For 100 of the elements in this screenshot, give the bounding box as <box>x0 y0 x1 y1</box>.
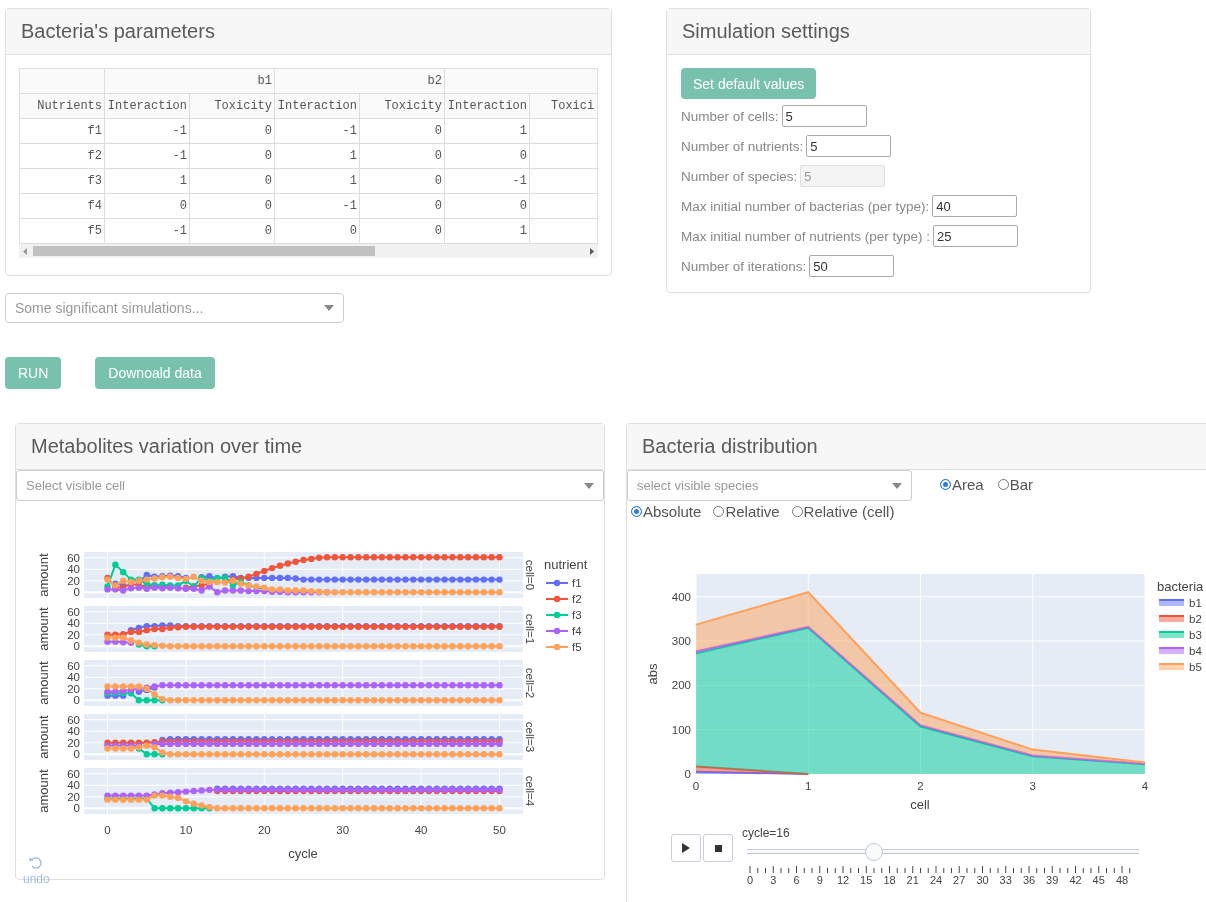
field-label: Max initial number of nutrients (per type) : <box>681 228 931 244</box>
tick-label: 0 <box>73 640 80 653</box>
table-cell: -1 <box>104 218 190 244</box>
tick-label: 40 <box>67 617 80 630</box>
table-cell: 1 <box>274 143 360 169</box>
legend-label: f5 <box>572 641 582 653</box>
tick-label: 15 <box>860 874 873 887</box>
column-header: Interaction <box>274 93 360 119</box>
tick-label: 60 <box>67 713 80 726</box>
tick-label: 0 <box>692 780 700 792</box>
tick-label: 50 <box>493 824 506 836</box>
table-cell: f1 <box>19 118 105 144</box>
tick-label: 40 <box>67 725 80 738</box>
legend-label: f2 <box>572 593 582 605</box>
field-label: Number of cells: <box>681 108 779 124</box>
tick-label: 24 <box>929 874 943 887</box>
card-title: Metabolites variation over time <box>31 435 303 458</box>
table-cell: 0 <box>359 218 445 244</box>
table-cell: 0 <box>189 168 275 194</box>
table-cell: 0 <box>359 193 445 219</box>
legend-label: f4 <box>572 625 582 637</box>
table-cell: f2 <box>19 143 105 169</box>
tick-label: 60 <box>67 551 80 564</box>
column-header: Toxicity <box>189 93 275 119</box>
tick-label: 0 <box>73 586 80 599</box>
tick-label: 4 <box>1141 780 1149 792</box>
tick-label: 60 <box>67 767 80 780</box>
card-title: Simulation settings <box>682 20 850 43</box>
tick-label: 0 <box>104 824 111 836</box>
axis-title: amount <box>36 553 51 597</box>
table-cell: 0 <box>189 118 275 144</box>
card-title: Bacteria distribution <box>642 435 818 458</box>
legend-label: b4 <box>1189 645 1202 657</box>
table-cell: 1 <box>444 218 530 244</box>
tick-label: 18 <box>883 874 896 887</box>
tick-label: 30 <box>336 824 350 836</box>
tick-label: 10 <box>179 824 193 836</box>
table-cell: f5 <box>19 218 105 244</box>
tick-label: 0 <box>746 874 753 887</box>
tick-label: 20 <box>257 824 271 836</box>
axis-title: amount <box>36 607 51 651</box>
tick-label: 33 <box>999 874 1012 887</box>
tick-label: 21 <box>906 874 919 887</box>
table-cell: 0 <box>359 168 445 194</box>
tick-label: 20 <box>67 628 80 641</box>
facet-label: cell=0 <box>524 559 536 591</box>
slider-label: cycle=16 <box>742 826 791 841</box>
tick-label: 60 <box>67 605 80 618</box>
tick-label: 30 <box>976 874 989 887</box>
tick-label: 45 <box>1092 874 1105 887</box>
table-cell: 0 <box>444 143 530 169</box>
table-cell: 1 <box>104 168 190 194</box>
legend-title: nutrient <box>544 557 588 572</box>
table-cell: -1 <box>444 168 530 194</box>
table-cell: f3 <box>19 168 105 194</box>
tick-label: 36 <box>1022 874 1036 887</box>
table-cell: 0 <box>274 218 360 244</box>
tick-label: 0 <box>73 748 80 761</box>
column-header: Interaction <box>104 93 190 119</box>
tick-label: 2 <box>917 780 924 792</box>
axis-title: cell <box>910 797 930 812</box>
legend-label: b5 <box>1189 661 1202 673</box>
table-cell: 0 <box>444 193 530 219</box>
tick-label: 0 <box>73 694 80 707</box>
tick-label: 100 <box>671 723 691 736</box>
tick-label: 20 <box>67 790 80 803</box>
tick-label: 42 <box>1069 874 1082 887</box>
axis-title: amount <box>36 715 51 759</box>
legend-label: f1 <box>572 577 582 589</box>
field-label: Number of species: <box>681 168 798 184</box>
table-cell: 0 <box>189 218 275 244</box>
legend-title: bacteria <box>1157 579 1204 594</box>
tick-label: 9 <box>816 874 823 887</box>
tick-label: 60 <box>67 659 80 672</box>
column-group-header: b2 <box>274 68 445 94</box>
axis-title: abs <box>645 663 660 685</box>
tick-label: 300 <box>671 634 691 647</box>
tick-label: 27 <box>953 874 966 887</box>
table-cell: 0 <box>189 193 275 219</box>
tick-label: 20 <box>67 682 80 695</box>
tick-label: 0 <box>684 768 691 780</box>
axis-title: amount <box>36 769 51 813</box>
legend-label: f3 <box>572 609 582 621</box>
tick-label: 3 <box>1029 780 1036 792</box>
table-cell: -1 <box>104 143 190 169</box>
column-header: Nutrients <box>19 93 105 119</box>
column-header: Interaction <box>444 93 530 119</box>
axis-title: cycle <box>288 846 318 861</box>
facet-label: cell=1 <box>524 613 536 645</box>
tick-label: 3 <box>770 874 777 887</box>
field-label: Max initial number of bacterias (per type): <box>681 198 930 214</box>
tick-label: 200 <box>671 679 691 692</box>
tick-label: 1 <box>805 780 812 792</box>
tick-label: 0 <box>73 802 80 815</box>
table-cell: -1 <box>104 118 190 144</box>
tick-label: 40 <box>67 563 80 576</box>
table-cell: 0 <box>359 143 445 169</box>
card-title: Bacteria's parameters <box>21 20 215 43</box>
axis-title: amount <box>36 661 51 705</box>
tick-label: 400 <box>671 590 691 603</box>
